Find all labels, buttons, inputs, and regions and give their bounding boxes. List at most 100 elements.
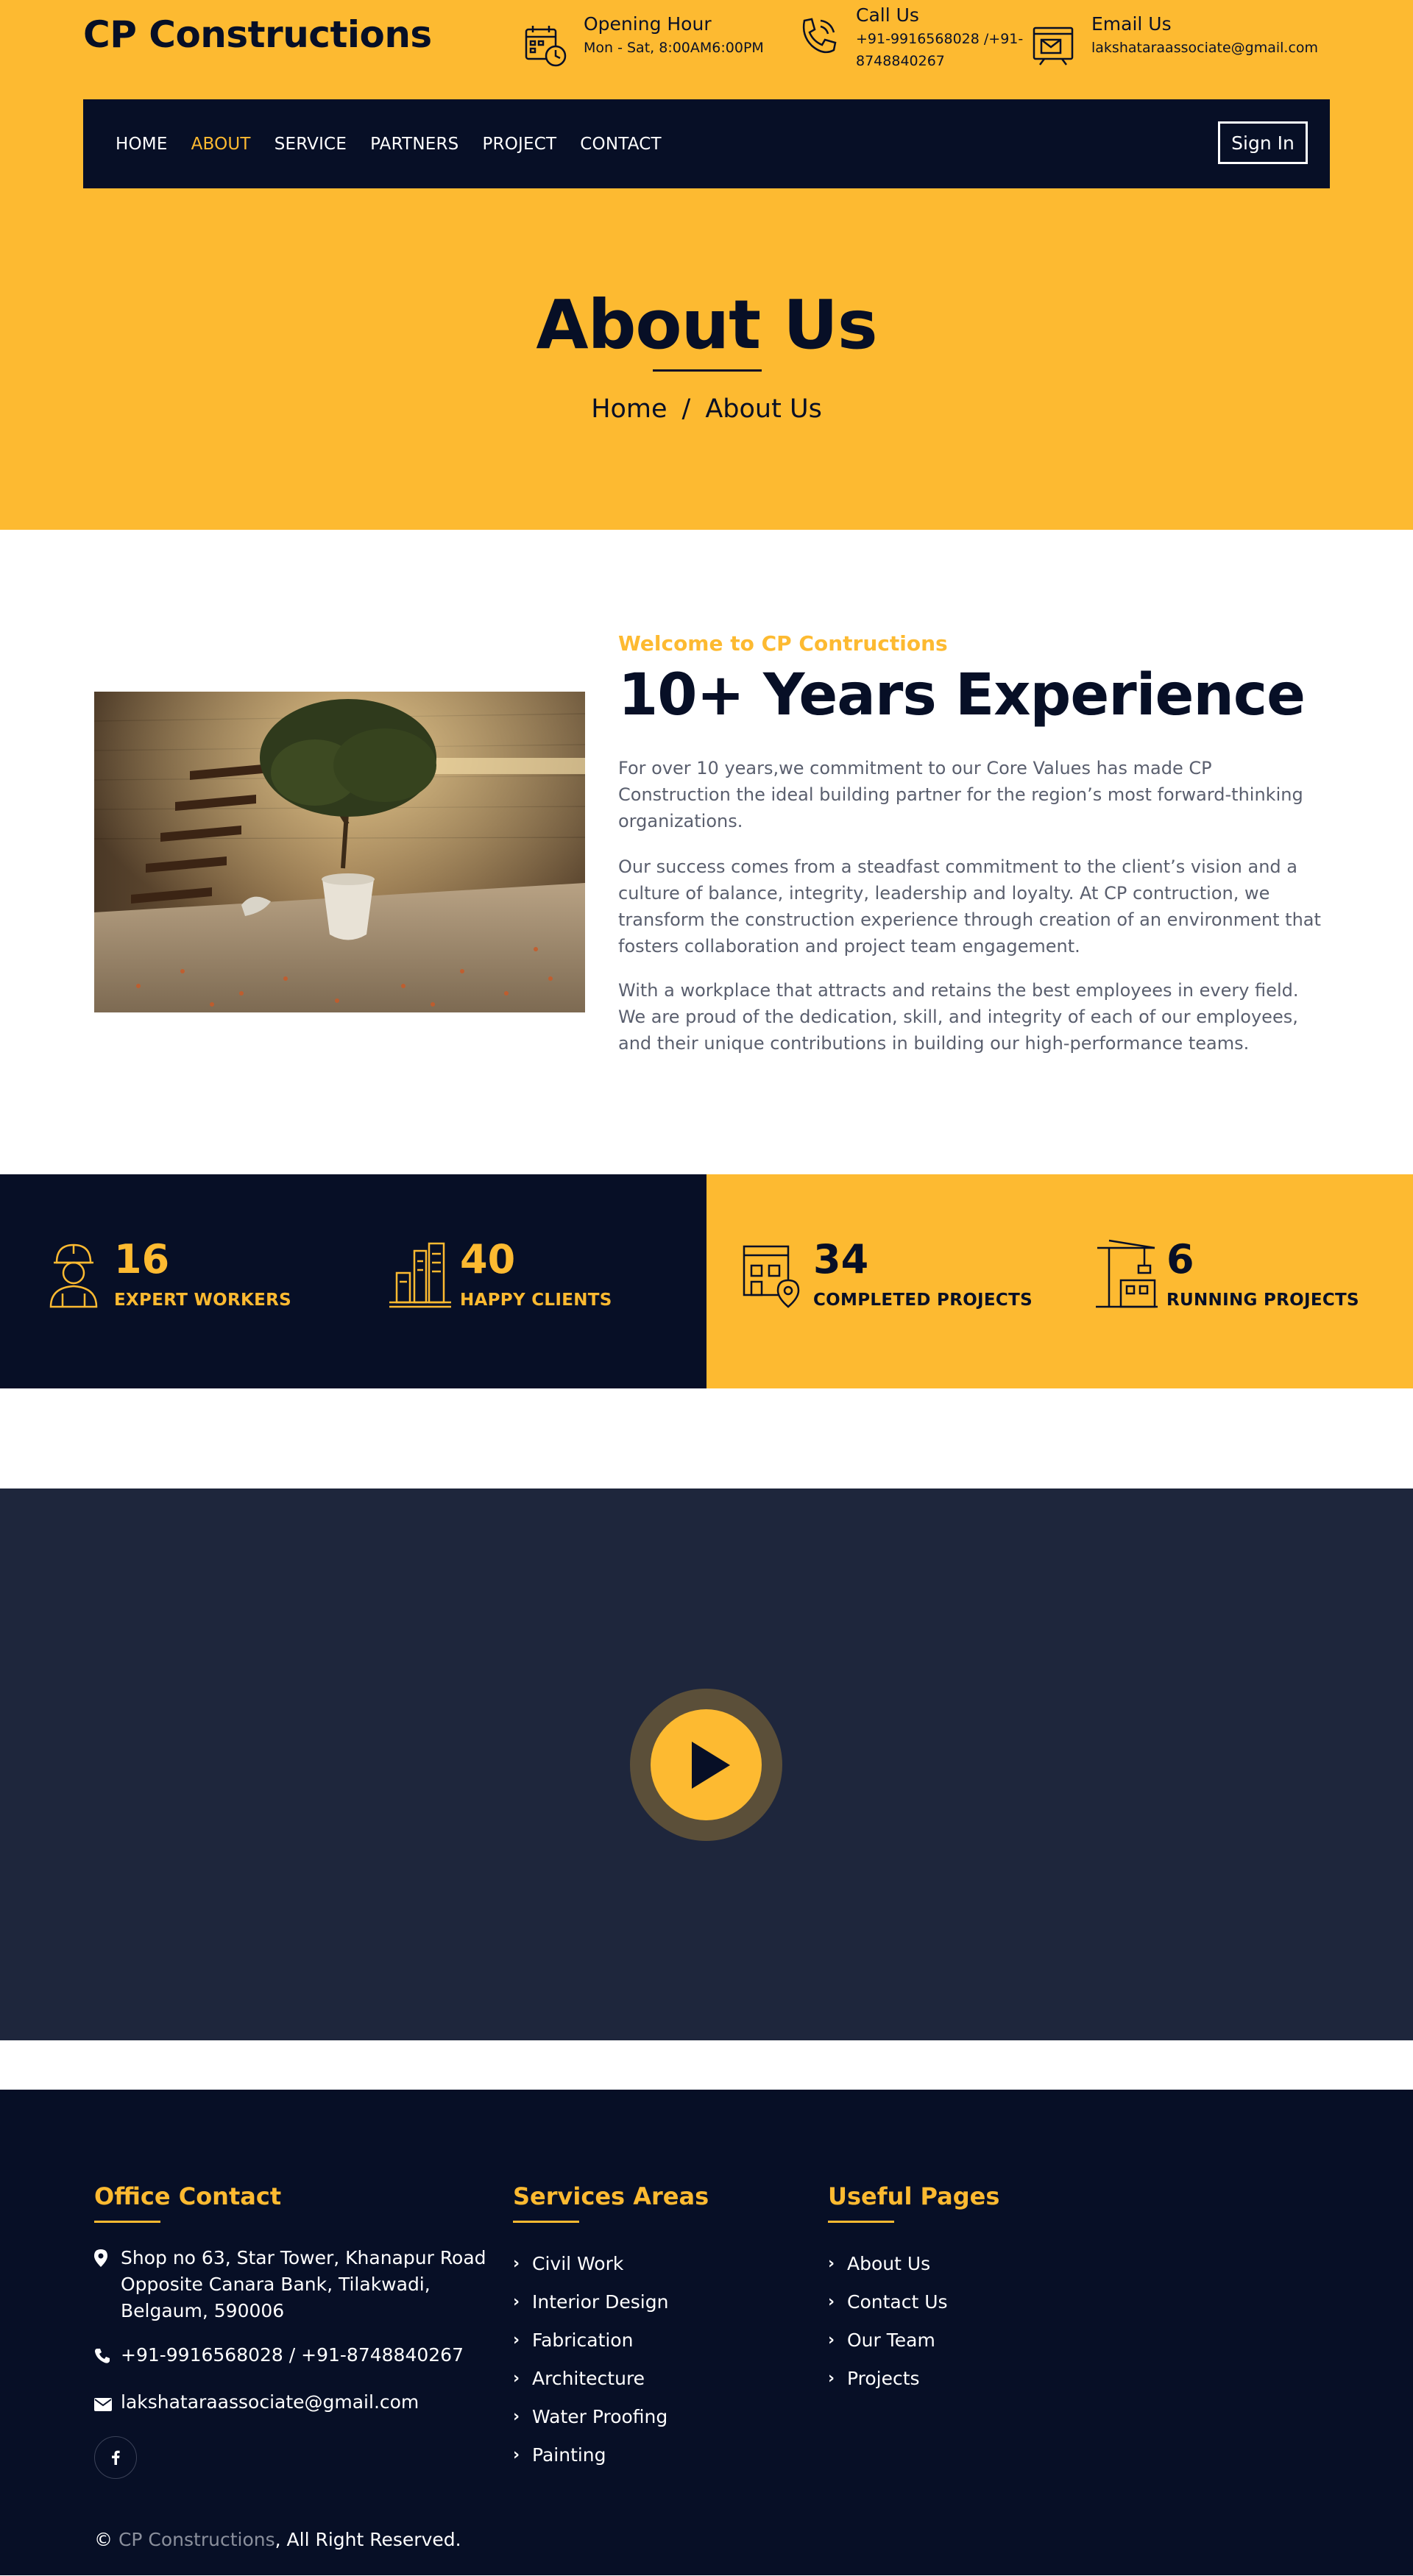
- service-link-label: Water Proofing: [532, 2406, 668, 2427]
- nav-home[interactable]: HOME: [116, 135, 168, 154]
- service-link-architecture[interactable]: › Architecture: [513, 2360, 709, 2398]
- sign-in-button[interactable]: Sign In: [1218, 121, 1308, 164]
- nav-menu: HOME ABOUT SERVICE PARTNERS PROJECT CONT…: [116, 99, 685, 188]
- footer-services-areas: Services Areas › Civil Work › Interior Des…: [513, 2182, 709, 2474]
- footer-office-contact: Office Contact Shop no 63, Star Tower, K…: [94, 2182, 492, 2479]
- stat-completed-projects-label: COMPLETED PROJECTS: [813, 1291, 1033, 1310]
- page-link-label: Our Team: [847, 2330, 935, 2351]
- call-us-numbers[interactable]: +91-9916568028 /+91-8748840267: [856, 28, 1024, 72]
- play-video-button[interactable]: [630, 1689, 782, 1841]
- crane-icon: [1096, 1239, 1158, 1308]
- service-link-label: Civil Work: [532, 2253, 624, 2274]
- chevron-right-icon: ›: [513, 2369, 520, 2388]
- pages-list: › About Us › Contact Us › Our Team › Project…: [828, 2245, 999, 2398]
- footer: Office Contact Shop no 63, Star Tower, K…: [0, 2090, 1413, 2575]
- stat-completed-projects: 34 COMPLETED PROJECTS: [740, 1236, 1033, 1310]
- chevron-right-icon: ›: [513, 2254, 520, 2273]
- email-us-address[interactable]: lakshataraassociate@gmail.com: [1091, 37, 1318, 59]
- service-link-label: Fabrication: [532, 2330, 634, 2351]
- about-paragraph-3: With a workplace that attracts and retai…: [618, 980, 1299, 1054]
- office-phone: +91-9916568028 / +91-8748840267: [94, 2342, 492, 2371]
- breadcrumb-separator: /: [681, 394, 691, 424]
- worker-icon: [49, 1243, 98, 1308]
- office-address-text: Shop no 63, Star Tower, Khanapur Road Op…: [121, 2247, 486, 2321]
- footer-services-title: Services Areas: [513, 2182, 709, 2210]
- play-icon: [692, 1742, 730, 1789]
- office-address: Shop no 63, Star Tower, Khanapur Road Op…: [94, 2245, 492, 2324]
- footer-office-title: Office Contact: [94, 2182, 282, 2210]
- email-us-info: Email Us lakshataraassociate@gmail.com: [1030, 12, 1318, 69]
- nav-partners[interactable]: PARTNERS: [370, 135, 458, 154]
- page-link-about-us[interactable]: › About Us: [828, 2245, 999, 2283]
- nav-about[interactable]: ABOUT: [191, 135, 251, 154]
- about-heading: 10+ Years Experience: [618, 662, 1306, 728]
- footer-title-underline: [513, 2221, 579, 2223]
- footer-title-underline: [828, 2221, 894, 2223]
- chevron-right-icon: ›: [513, 2408, 520, 2426]
- chevron-right-icon: ›: [828, 2254, 835, 2273]
- chevron-right-icon: ›: [828, 2331, 835, 2349]
- office-email-text[interactable]: lakshataraassociate@gmail.com: [121, 2389, 419, 2419]
- stat-happy-clients: 40 HAPPY CLIENTS: [386, 1236, 612, 1310]
- stat-running-projects-value: 6: [1166, 1236, 1194, 1282]
- call-us-info: Call Us +91-9916568028 /+91-8748840267: [794, 3, 1024, 72]
- title-underline: [653, 369, 762, 372]
- play-button-inner[interactable]: [651, 1709, 762, 1820]
- footer-title-underline: [94, 2221, 160, 2223]
- main-navbar: HOME ABOUT SERVICE PARTNERS PROJECT CONT…: [83, 99, 1330, 188]
- brand-logo[interactable]: CP Constructions: [83, 13, 432, 56]
- service-link-fabrication[interactable]: › Fabrication: [513, 2321, 709, 2360]
- copyright-text: , All Right Reserved.: [275, 2529, 461, 2550]
- top-bar: CP Constructions Opening Hour Mon - Sat,…: [83, 0, 1330, 99]
- about-section: Welcome to CP Contructions 10+ Years Exp…: [0, 530, 1413, 1174]
- copyright-symbol: ©: [94, 2529, 113, 2550]
- chevron-right-icon: ›: [828, 2369, 835, 2388]
- stats-yellow-panel: 34 COMPLETED PROJECTS 6 RUNNING PROJECTS: [706, 1174, 1413, 1388]
- breadcrumb: Home / About Us: [0, 394, 1413, 424]
- buildings-icon: [389, 1242, 451, 1308]
- breadcrumb-home[interactable]: Home: [591, 394, 667, 424]
- service-link-painting[interactable]: › Painting: [513, 2436, 709, 2474]
- nav-contact[interactable]: CONTACT: [580, 135, 661, 154]
- envelope-icon: [94, 2389, 121, 2419]
- page-link-label: Contact Us: [847, 2291, 948, 2313]
- chevron-right-icon: ›: [513, 2293, 520, 2311]
- stat-expert-workers: 16 EXPERT WORKERS: [40, 1236, 291, 1310]
- office-email: lakshataraassociate@gmail.com: [94, 2389, 492, 2419]
- service-link-water-proofing[interactable]: › Water Proofing: [513, 2398, 709, 2436]
- video-section: [0, 1489, 1413, 2040]
- stat-happy-clients-label: HAPPY CLIENTS: [460, 1291, 612, 1310]
- calendar-clock-icon: [525, 26, 567, 67]
- breadcrumb-current: About Us: [705, 394, 822, 424]
- copyright: © CP Constructions, All Right Reserved.: [94, 2529, 461, 2550]
- page-link-contact-us[interactable]: › Contact Us: [828, 2283, 999, 2321]
- service-link-label: Interior Design: [532, 2291, 669, 2313]
- opening-hours-info: Opening Hour Mon - Sat, 8:00AM6:00PM: [522, 12, 764, 69]
- location-building-icon: [743, 1245, 800, 1308]
- chevron-right-icon: ›: [513, 2446, 520, 2464]
- service-link-label: Architecture: [532, 2368, 645, 2389]
- facebook-icon[interactable]: [94, 2436, 137, 2479]
- copyright-brand-link[interactable]: CP Constructions: [118, 2529, 275, 2550]
- footer-useful-pages: Useful Pages › About Us › Contact Us › Our …: [828, 2182, 999, 2398]
- email-us-title: Email Us: [1091, 13, 1172, 35]
- call-us-title: Call Us: [856, 4, 919, 26]
- about-kicker: Welcome to CP Contructions: [618, 631, 948, 656]
- opening-hours-title: Opening Hour: [584, 13, 712, 35]
- page-link-projects[interactable]: › Projects: [828, 2360, 999, 2398]
- office-phone-text[interactable]: +91-9916568028 / +91-8748840267: [121, 2342, 464, 2371]
- map-marker-icon: [94, 2245, 121, 2324]
- service-link-civil-work[interactable]: › Civil Work: [513, 2245, 709, 2283]
- email-screen-icon: [1033, 26, 1074, 65]
- nav-project[interactable]: PROJECT: [482, 135, 556, 154]
- stat-completed-projects-value: 34: [813, 1236, 869, 1282]
- nav-service[interactable]: SERVICE: [275, 135, 347, 154]
- hero-section: CP Constructions Opening Hour Mon - Sat,…: [0, 0, 1413, 530]
- phone-icon: [94, 2342, 121, 2371]
- footer-pages-title: Useful Pages: [828, 2182, 1000, 2210]
- page-link-our-team[interactable]: › Our Team: [828, 2321, 999, 2360]
- about-paragraph-2: Our success comes from a steadfast commi…: [618, 856, 1321, 957]
- service-link-interior-design[interactable]: › Interior Design: [513, 2283, 709, 2321]
